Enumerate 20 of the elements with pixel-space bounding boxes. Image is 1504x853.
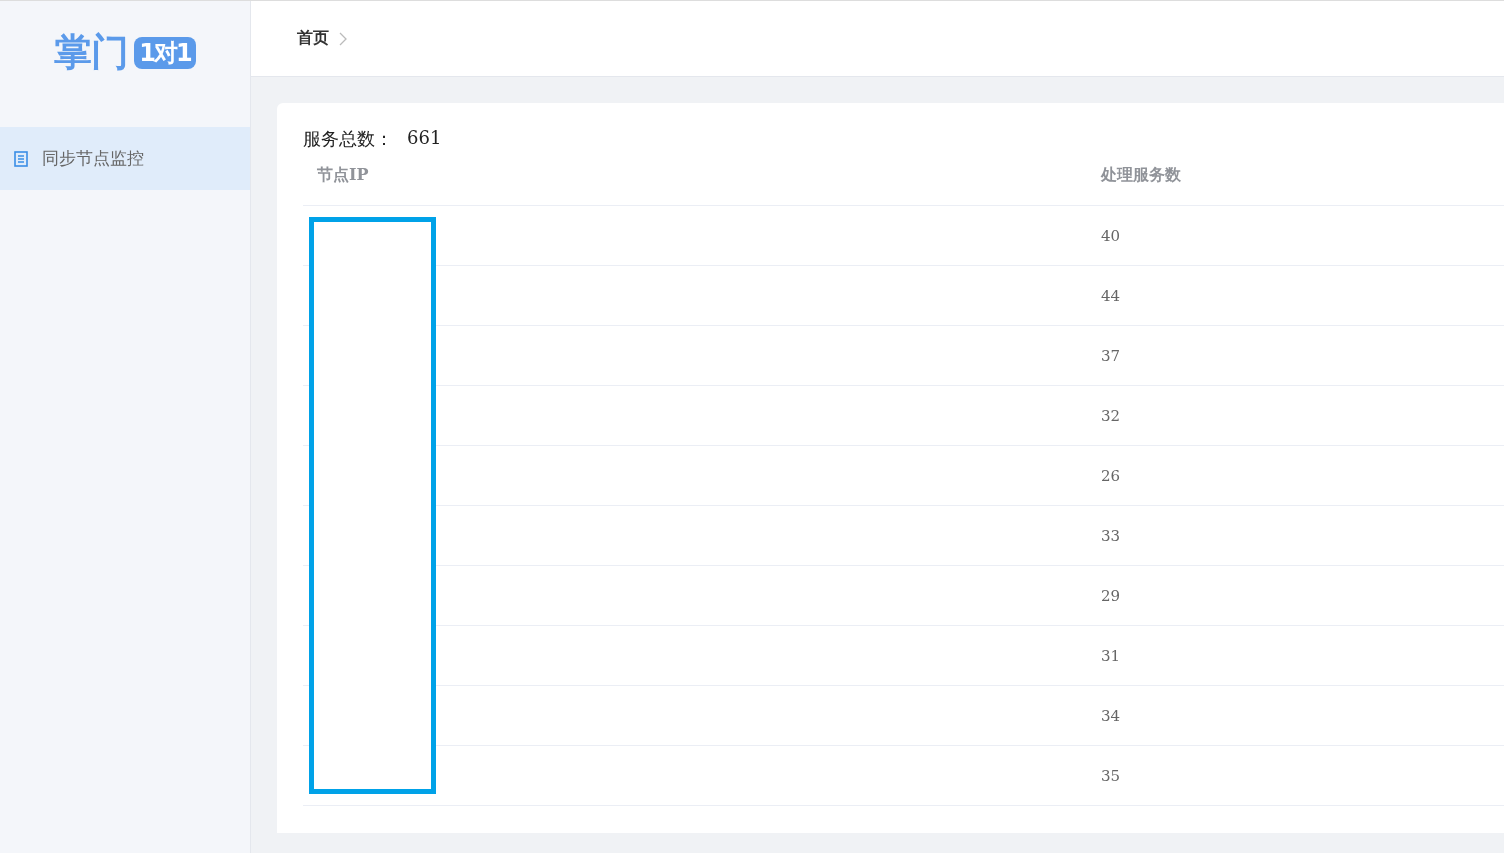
table-cell-text: 26 [1100, 466, 1121, 485]
chevron-right-icon [339, 31, 347, 46]
table-cell-text: 37 [1100, 346, 1121, 365]
logo-badge: 1对1 [134, 37, 196, 69]
logo-text: 掌门 [54, 29, 129, 75]
table-cell-text: 40 [1100, 226, 1121, 245]
table-cell-text: 34 [1100, 706, 1121, 725]
table-cell-text: 33 [1100, 526, 1121, 545]
table-cell-text: 44 [1100, 286, 1121, 305]
summary-value: 661 [407, 127, 442, 150]
summary-label: 服务总数： [303, 127, 393, 151]
column-header: 节点IP [316, 164, 370, 186]
breadcrumb-link[interactable]: 首页 [297, 28, 329, 49]
document-icon [14, 150, 28, 167]
table-cell-text: 35 [1100, 766, 1121, 785]
table-cell-text: 29 [1100, 586, 1121, 605]
column-header: 处理服务数 [1101, 164, 1181, 186]
table-cell-text: 31 [1100, 646, 1121, 665]
table-cell-text: 32 [1100, 406, 1121, 425]
sidebar-item[interactable]: 同步节点监控 [0, 127, 250, 190]
